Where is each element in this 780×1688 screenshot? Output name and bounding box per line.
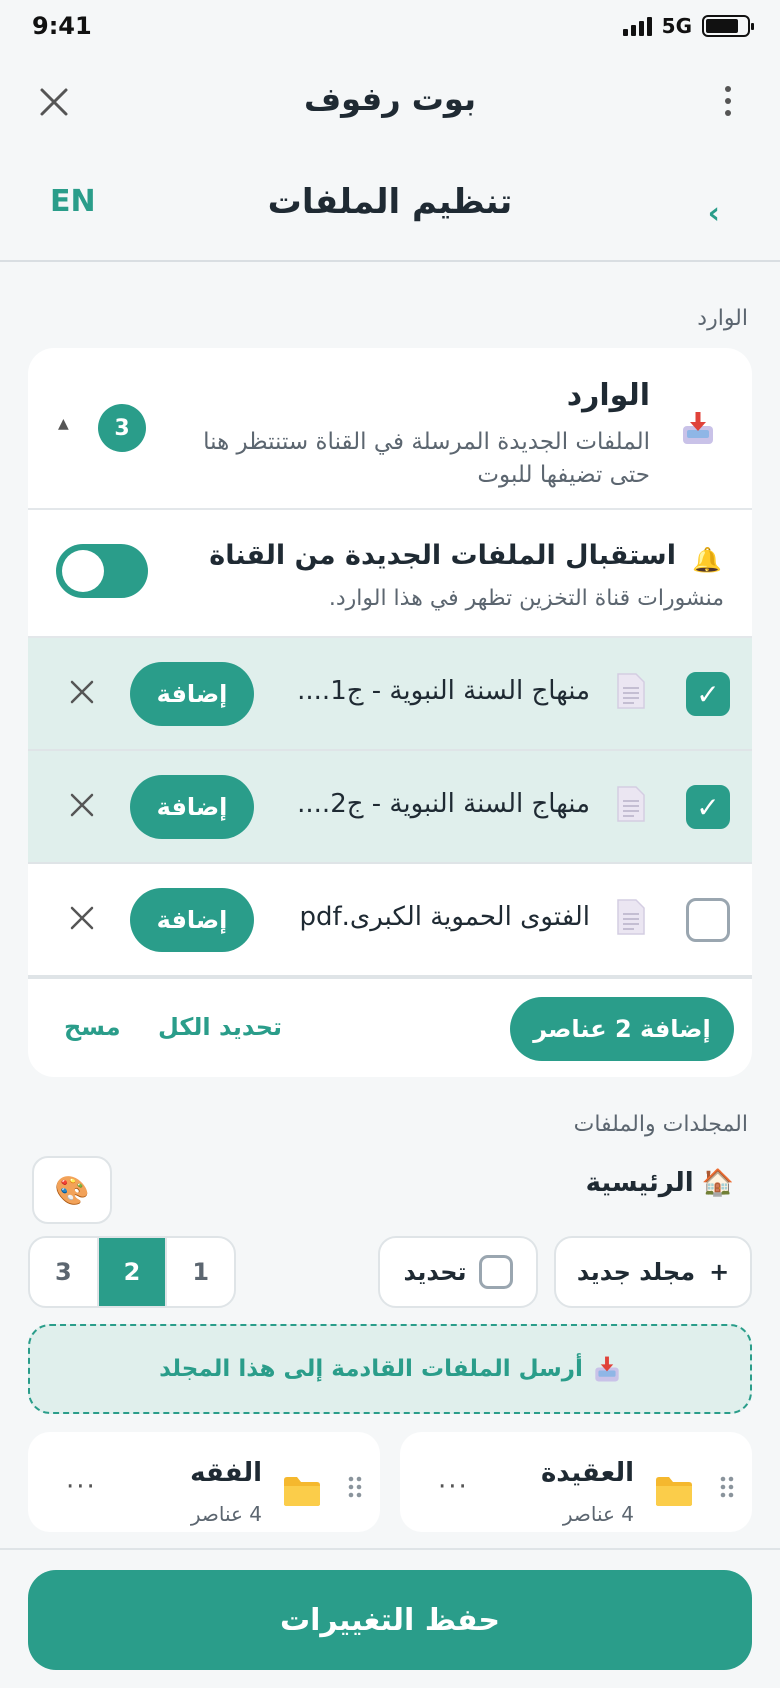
select-mode-button[interactable]: تحديد xyxy=(378,1236,538,1308)
drag-handle-icon[interactable] xyxy=(720,1476,734,1498)
clear-button[interactable]: مسح xyxy=(64,1013,121,1041)
inbox-section-label: الوارد xyxy=(697,306,748,331)
receive-setting: 🔔 استقبال الملفات الجديدة من القناة منشو… xyxy=(28,510,752,638)
file-checkbox[interactable]: ✓ xyxy=(686,672,730,716)
battery-icon xyxy=(702,15,754,37)
inbox-tray-icon xyxy=(595,1356,619,1382)
more-menu-icon[interactable] xyxy=(724,86,732,116)
file-name: منهاج السنة النبوية - ج2.... xyxy=(297,789,590,819)
inbox-actions: إضافة 2 عناصر تحديد الكل مسح xyxy=(28,977,752,1077)
select-mode-label: تحديد xyxy=(403,1258,467,1286)
inbox-tray-icon xyxy=(683,412,713,444)
folder-item-count: 4 عناصر xyxy=(190,1502,262,1526)
file-name: منهاج السنة النبوية - ج1.... xyxy=(297,676,590,706)
folder-card[interactable]: العقيدة 4 عناصر ··· xyxy=(400,1432,752,1532)
inbox-description: الملفات الجديدة المرسلة في القناة ستنتظر… xyxy=(203,429,650,489)
breadcrumb[interactable]: 🏠 الرئيسية xyxy=(586,1168,734,1198)
bell-icon: 🔔 xyxy=(692,546,722,574)
home-icon: 🏠 xyxy=(701,1168,734,1198)
column-option-2[interactable]: 2 xyxy=(96,1238,166,1306)
inbox-target-dropzone[interactable]: أرسل الملفات القادمة إلى هذا المجلد xyxy=(28,1324,752,1414)
palette-icon: 🎨 xyxy=(54,1173,90,1207)
inbox-header[interactable]: الوارد الملفات الجديدة المرسلة في القناة… xyxy=(28,348,752,510)
status-bar: 9:41 5G xyxy=(0,0,780,52)
remove-file-icon[interactable] xyxy=(68,904,96,932)
document-icon xyxy=(617,673,645,709)
add-selected-button[interactable]: إضافة 2 عناصر xyxy=(510,997,734,1061)
folder-card[interactable]: الفقه 4 عناصر ··· xyxy=(28,1432,380,1532)
inbox-count-badge: 3 xyxy=(98,404,146,452)
page-title: تنظيم الملفات xyxy=(267,182,513,222)
folder-icon xyxy=(284,1477,320,1506)
remove-file-icon[interactable] xyxy=(68,791,96,819)
select-checkbox-icon xyxy=(478,1255,513,1289)
file-checkbox[interactable] xyxy=(686,898,730,942)
folder-more-icon[interactable]: ··· xyxy=(66,1472,97,1502)
column-switcher: 3 2 1 xyxy=(28,1236,236,1308)
add-file-button[interactable]: إضافة xyxy=(130,888,254,952)
network-label: 5G xyxy=(661,14,692,38)
footer-bar: حفظ التغييرات xyxy=(0,1548,780,1688)
file-name: الفتوى الحموية الكبرى.pdf xyxy=(299,902,590,932)
palette-button[interactable]: 🎨 xyxy=(32,1156,112,1224)
receive-title: استقبال الملفات الجديدة من القناة xyxy=(209,540,676,571)
remove-file-icon[interactable] xyxy=(68,678,96,706)
inbox-title: الوارد xyxy=(566,378,650,413)
folders-section-label: المجلدات والملفات xyxy=(573,1112,748,1137)
status-time: 9:41 xyxy=(32,12,92,40)
breadcrumb-home: الرئيسية xyxy=(585,1168,694,1198)
collapse-caret-icon[interactable]: ▲ xyxy=(58,416,69,432)
new-folder-button[interactable]: + مجلد جديد xyxy=(554,1236,752,1308)
drag-handle-icon[interactable] xyxy=(348,1476,362,1498)
inbox-file-row: ✓ منهاج السنة النبوية - ج2.... إضافة xyxy=(28,751,752,864)
plus-icon: + xyxy=(709,1258,730,1286)
receive-description: منشورات قناة التخزين تظهر في هذا الوارد. xyxy=(328,586,724,611)
status-indicators: 5G xyxy=(622,14,754,38)
document-icon xyxy=(617,899,645,935)
document-icon xyxy=(617,786,645,822)
inbox-file-row: الفتوى الحموية الكبرى.pdf إضافة xyxy=(28,864,752,977)
dropzone-label: أرسل الملفات القادمة إلى هذا المجلد xyxy=(159,1356,583,1382)
folder-name: العقيدة xyxy=(540,1458,634,1488)
page-header: EN تنظيم الملفات › xyxy=(0,162,780,262)
folder-item-count: 4 عناصر xyxy=(562,1502,634,1526)
add-file-button[interactable]: إضافة xyxy=(130,775,254,839)
save-changes-button[interactable]: حفظ التغييرات xyxy=(28,1570,752,1670)
new-folder-label: مجلد جديد xyxy=(576,1258,696,1286)
column-option-1[interactable]: 1 xyxy=(165,1238,234,1306)
receive-toggle[interactable] xyxy=(56,544,148,598)
file-checkbox[interactable]: ✓ xyxy=(686,785,730,829)
inbox-card: الوارد الملفات الجديدة المرسلة في القناة… xyxy=(28,348,752,1077)
signal-icon xyxy=(622,16,652,36)
select-all-button[interactable]: تحديد الكل xyxy=(158,1013,282,1041)
app-bar: بوت رفوف xyxy=(0,60,780,140)
column-option-3[interactable]: 3 xyxy=(30,1238,97,1306)
app-title: بوت رفوف xyxy=(304,80,476,118)
folder-icon xyxy=(656,1477,692,1506)
folder-more-icon[interactable]: ··· xyxy=(438,1472,469,1502)
folder-name: الفقه xyxy=(190,1458,262,1488)
back-chevron-icon[interactable]: › xyxy=(708,196,720,231)
inbox-file-row: ✓ منهاج السنة النبوية - ج1.... إضافة xyxy=(28,638,752,751)
add-file-button[interactable]: إضافة xyxy=(130,662,254,726)
